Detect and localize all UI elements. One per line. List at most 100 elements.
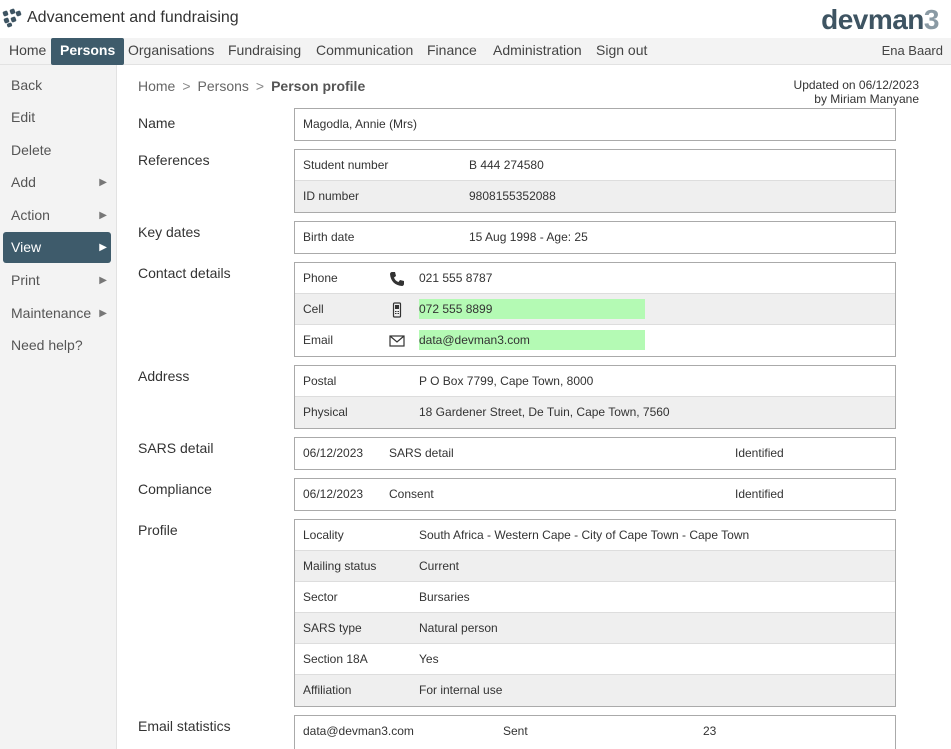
sidebar-item-print[interactable]: Print ▶	[3, 265, 111, 296]
field-key: Student number	[303, 158, 389, 172]
sidebar-item-add[interactable]: Add ▶	[3, 167, 111, 198]
sidebar-item-delete[interactable]: Delete	[3, 135, 111, 166]
sidebar: Back Edit Delete Add ▶ Action ▶ View ▶ Prin…	[0, 65, 117, 749]
table-row: data@devman3.com Sent 23	[295, 716, 895, 747]
label-references: References	[138, 152, 210, 168]
field-key: Mailing status	[303, 559, 377, 573]
field-value: Natural person	[419, 621, 498, 635]
sidebar-item-label: Action	[11, 207, 50, 223]
compliance-date: 06/12/2023	[303, 487, 364, 501]
label-contact-details: Contact details	[138, 265, 231, 281]
sars-type: SARS detail	[389, 446, 454, 460]
brand-name: devman	[821, 4, 924, 35]
nav-sign-out[interactable]: Sign out	[587, 38, 656, 65]
field-key: Affiliation	[303, 683, 352, 697]
field-value: 9808155352088	[469, 189, 556, 203]
table-row: Mailing status Current	[295, 551, 895, 582]
contact-box: Phone 021 555 8787 Cell 072 555 8899 Ema…	[294, 262, 896, 357]
compliance-status: Identified	[735, 487, 784, 501]
field-value: Yes	[419, 652, 439, 666]
sidebar-item-label: Print	[11, 272, 40, 288]
field-value: 15 Aug 1998 - Age: 25	[469, 230, 588, 244]
table-row: Physical 18 Gardener Street, De Tuin, Ca…	[295, 397, 895, 428]
chevron-right-icon: ▶	[99, 210, 107, 221]
cell-highlight: 072 555 8899	[419, 299, 645, 319]
nav-communication[interactable]: Communication	[307, 38, 422, 65]
field-key: Sector	[303, 590, 338, 604]
updated-info: Updated on 06/12/2023 by Miriam Manyane	[794, 78, 919, 106]
person-name: Magodla, Annie (Mrs)	[303, 117, 418, 131]
breadcrumb: Home > Persons > Person profile	[138, 78, 365, 94]
table-row: 06/12/2023 Consent Identified	[295, 479, 895, 510]
compliance-type: Consent	[389, 487, 434, 501]
stats-email: data@devman3.com	[303, 724, 414, 738]
field-key: SARS type	[303, 621, 362, 635]
mobile-icon	[392, 302, 402, 318]
user-name[interactable]: Ena Baard	[882, 38, 943, 63]
label-profile: Profile	[138, 522, 178, 538]
field-key: Locality	[303, 528, 344, 542]
nav-administration[interactable]: Administration	[484, 38, 591, 65]
stats-count: 23	[703, 724, 717, 738]
table-row: ID number 9808155352088	[295, 181, 895, 212]
label-address: Address	[138, 368, 190, 384]
stats-metric: Sent	[503, 724, 528, 738]
email-stats-box: data@devman3.com Sent 23	[294, 715, 896, 749]
sidebar-item-help[interactable]: Need help?	[3, 330, 111, 361]
breadcrumb-separator: >	[255, 78, 265, 94]
page-title: Person profile	[271, 78, 366, 94]
phone-icon	[390, 272, 404, 286]
sidebar-item-edit[interactable]: Edit	[3, 102, 111, 133]
address-box: Postal P O Box 7799, Cape Town, 8000 Phy…	[294, 365, 896, 429]
field-key: Cell	[303, 302, 324, 316]
app-title: Advancement and fundraising	[27, 9, 239, 26]
field-key: Email	[303, 333, 334, 347]
app-logo-icon	[2, 8, 22, 28]
label-email-statistics: Email statistics	[138, 718, 231, 734]
nav-home[interactable]: Home	[0, 38, 55, 65]
sars-box: 06/12/2023 SARS detail Identified	[294, 437, 896, 470]
table-row: Email data@devman3.com	[295, 325, 895, 356]
field-value: For internal use	[419, 683, 503, 697]
field-value: Bursaries	[419, 590, 470, 604]
sars-date: 06/12/2023	[303, 446, 364, 460]
label-name: Name	[138, 115, 176, 131]
sidebar-item-label: Need help?	[11, 337, 83, 353]
table-row: Section 18A Yes	[295, 644, 895, 675]
table-row: Student number B 444 274580	[295, 150, 895, 181]
brand-logo: devman3	[821, 4, 939, 36]
chevron-right-icon: ▶	[99, 177, 107, 188]
sidebar-item-back[interactable]: Back	[3, 70, 111, 101]
field-value: P O Box 7799, Cape Town, 8000	[419, 374, 594, 388]
nav-finance[interactable]: Finance	[418, 38, 486, 65]
chevron-right-icon: ▶	[99, 308, 107, 319]
updated-by: by Miriam Manyane	[814, 92, 919, 106]
label-sars-detail: SARS detail	[138, 440, 214, 456]
phone-value[interactable]: 021 555 8787	[419, 263, 492, 294]
sidebar-item-label: Back	[11, 77, 43, 93]
sidebar-item-action[interactable]: Action ▶	[3, 200, 111, 231]
field-value: South Africa - Western Cape - City of Ca…	[419, 528, 750, 542]
chevron-right-icon: ▶	[99, 275, 107, 286]
cell-value[interactable]: 072 555 8899	[419, 299, 492, 319]
nav-persons[interactable]: Persons	[51, 38, 125, 65]
breadcrumb-separator: >	[182, 78, 191, 94]
email-value[interactable]: data@devman3.com	[419, 330, 530, 350]
name-box: Magodla, Annie (Mrs)	[294, 108, 896, 141]
table-row: Birth date 15 Aug 1998 - Age: 25	[295, 222, 895, 253]
field-key: Physical	[303, 405, 348, 419]
sars-status: Identified	[735, 446, 784, 460]
nav-fundraising[interactable]: Fundraising	[219, 38, 310, 65]
field-key: ID number	[303, 189, 360, 203]
breadcrumb-persons[interactable]: Persons	[198, 78, 249, 94]
sidebar-item-maintenance[interactable]: Maintenance ▶	[3, 298, 111, 329]
sidebar-item-view[interactable]: View ▶	[3, 232, 111, 263]
table-row: Postal P O Box 7799, Cape Town, 8000	[295, 366, 895, 397]
field-value: Current	[419, 559, 460, 573]
references-box: Student number B 444 274580 ID number 98…	[294, 149, 896, 213]
field-key: Postal	[303, 374, 337, 388]
breadcrumb-home[interactable]: Home	[138, 78, 175, 94]
field-value: 18 Gardener Street, De Tuin, Cape Town, …	[419, 405, 670, 419]
nav-organisations[interactable]: Organisations	[119, 38, 223, 65]
table-row: 06/12/2023 SARS detail Identified	[295, 438, 895, 469]
